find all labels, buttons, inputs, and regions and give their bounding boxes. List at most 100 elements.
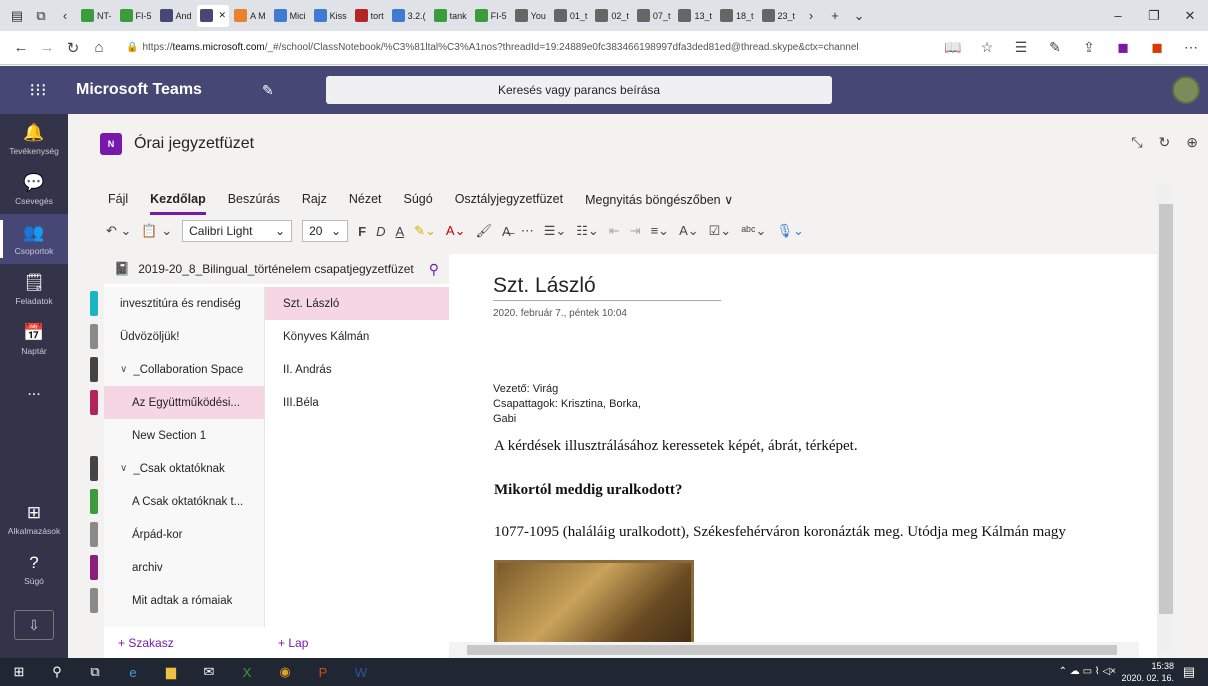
ribbon-tab[interactable]: Rajz: [302, 192, 327, 207]
ribbon-tab[interactable]: Kezdőlap: [150, 192, 206, 215]
tag-icon[interactable]: ☑⌄: [709, 223, 732, 239]
ribbon-tab[interactable]: Megnyitás böngészőben ∨: [585, 192, 733, 207]
browser-tab[interactable]: 01_t: [551, 5, 591, 27]
browser-tab[interactable]: 23_t: [759, 5, 799, 27]
powerpoint-icon[interactable]: P: [304, 658, 342, 686]
vertical-scroll-thumb[interactable]: [1159, 204, 1173, 614]
font-color-icon[interactable]: A⌄: [446, 223, 466, 239]
page-canvas[interactable]: Szt. László 2020. február 7., péntek 10:…: [449, 254, 1157, 658]
extension-icon[interactable]: ◼: [1106, 39, 1140, 56]
ribbon-tab[interactable]: Súgó: [404, 192, 433, 207]
bold-icon[interactable]: F: [358, 224, 366, 239]
format-painter-icon[interactable]: 🖌: [476, 223, 493, 239]
section-item[interactable]: A Csak oktatóknak t...: [90, 485, 264, 518]
browser-tab[interactable]: NT-: [78, 5, 115, 27]
browser-tab[interactable]: 07_t: [634, 5, 674, 27]
rail-item-3[interactable]: 🗒 Feladatok: [0, 264, 68, 314]
browser-tab[interactable]: FI-5: [472, 5, 510, 27]
scroll-tabs-left-icon[interactable]: ‹: [54, 5, 76, 27]
note-page-title[interactable]: Szt. László: [493, 274, 596, 298]
back-icon[interactable]: ←: [8, 39, 34, 56]
rail-item-2[interactable]: 👥 Csoportok: [0, 214, 68, 264]
spelling-icon[interactable]: ᵃᵇᶜ⌄: [741, 223, 766, 239]
rail-bottom-item-0[interactable]: ⊞ Alkalmazások: [0, 494, 68, 544]
app-launcher-icon[interactable]: ⁝⁝⁝: [0, 80, 76, 101]
section-group[interactable]: ∨ _Collaboration Space: [90, 353, 264, 386]
globe-icon[interactable]: ⊕: [1186, 134, 1198, 151]
more-formatting-icon[interactable]: ⋯: [521, 223, 534, 239]
section-item[interactable]: Árpád-kor: [90, 518, 264, 551]
avatar[interactable]: [1172, 76, 1200, 104]
search-input[interactable]: Keresés vagy parancs beírása: [326, 76, 832, 104]
set-aside-tabs-icon[interactable]: ⧉: [30, 5, 52, 27]
browser-tab[interactable]: You: [512, 5, 549, 27]
pen-notes-icon[interactable]: ✎: [1038, 39, 1072, 56]
section-item[interactable]: Az Együttműködési...: [90, 386, 264, 419]
page-item[interactable]: III.Béla: [265, 386, 449, 419]
browser-tab[interactable]: And: [157, 5, 195, 27]
browser-tab[interactable]: 3.2.(: [389, 5, 429, 27]
numbering-icon[interactable]: ☷⌄: [576, 223, 599, 239]
close-tab-icon[interactable]: ✕: [219, 10, 227, 21]
question-heading[interactable]: Mikortól meddig uralkodott?: [494, 482, 682, 499]
refresh-icon[interactable]: ↻: [60, 39, 86, 57]
mail-icon[interactable]: ✉: [190, 658, 228, 686]
highlight-icon[interactable]: ✎⌄: [414, 223, 436, 239]
team-info[interactable]: Vezető: Virág Csapattagok: Krisztina, Bo…: [493, 382, 641, 427]
browser-tab[interactable]: 02_t: [592, 5, 632, 27]
section-item[interactable]: Mit adtak a rómaiak: [90, 584, 264, 617]
browser-tab[interactable]: tank: [431, 5, 470, 27]
section-item[interactable]: archiv: [90, 551, 264, 584]
ribbon-tab[interactable]: Beszúrás: [228, 192, 280, 207]
chevron-down-icon[interactable]: ∨: [120, 364, 127, 375]
page-item[interactable]: II. András: [265, 353, 449, 386]
favorite-star-icon[interactable]: ☆: [970, 39, 1004, 56]
close-icon[interactable]: ✕: [1172, 8, 1208, 24]
undo-icon[interactable]: ↶ ⌄: [106, 223, 131, 239]
browser-tab[interactable]: FI-5: [117, 5, 155, 27]
dictate-icon[interactable]: 🎙⌄: [776, 223, 803, 239]
favorites-hub-icon[interactable]: ☰: [1004, 39, 1038, 56]
tab-preview-chevron-icon[interactable]: ⌄: [848, 5, 870, 27]
clock[interactable]: 15:38 2020. 02. 16.: [1121, 660, 1174, 684]
add-page-button[interactable]: + Lap: [278, 636, 308, 650]
font-size-select[interactable]: 20 ⌄: [302, 220, 349, 242]
edge-icon[interactable]: e: [114, 658, 152, 686]
page-item[interactable]: Szt. László: [265, 287, 449, 320]
reload-icon[interactable]: ↻: [1159, 134, 1171, 151]
instruction-paragraph[interactable]: A kérdések illusztrálásához keressetek k…: [494, 438, 858, 455]
rail-item-5[interactable]: ...: [0, 364, 68, 414]
browser-tab[interactable]: ✕: [196, 4, 230, 27]
page-item[interactable]: Könyves Kálmán: [265, 320, 449, 353]
excel-icon[interactable]: X: [228, 658, 266, 686]
word-icon[interactable]: W: [342, 658, 380, 686]
section-group[interactable]: ∨ _Csak oktatóknak: [90, 452, 264, 485]
browser-tab[interactable]: Kiss: [311, 5, 350, 27]
rail-item-0[interactable]: 🔔 Tevékenység: [0, 114, 68, 164]
ribbon-tab[interactable]: Fájl: [108, 192, 128, 207]
answer-paragraph[interactable]: 1077-1095 (haláláig uralkodott), Székesf…: [494, 524, 1066, 541]
bullets-icon[interactable]: ☰⌄: [544, 223, 567, 239]
align-icon[interactable]: ≡⌄: [651, 223, 669, 239]
reading-view-icon[interactable]: 📖: [936, 39, 970, 56]
scroll-tabs-right-icon[interactable]: ›: [800, 5, 822, 27]
notebook-name-bar[interactable]: 📓 2019-20_8_Bilingual_történelem csapatj…: [104, 254, 449, 284]
indent-icon[interactable]: ⇥: [630, 223, 641, 239]
rail-bottom-item-1[interactable]: ? Súgó: [0, 544, 68, 594]
section-item[interactable]: Üdvözöljük!: [90, 320, 264, 353]
vertical-scrollbar[interactable]: [1157, 184, 1175, 654]
task-view-icon[interactable]: ⧉: [76, 658, 114, 686]
search-taskbar-icon[interactable]: ⚲: [38, 658, 76, 686]
horizontal-scrollbar[interactable]: [449, 642, 1139, 658]
chevron-down-icon[interactable]: ∨: [120, 463, 127, 474]
collapse-icon[interactable]: ⤡: [1131, 134, 1142, 151]
url-field[interactable]: 🔒 https://teams.microsoft.com/_#/school/…: [126, 35, 936, 61]
browser-tab[interactable]: tort: [352, 5, 387, 27]
tab-actions-icon[interactable]: ▤: [6, 5, 28, 27]
italic-icon[interactable]: D: [376, 224, 385, 239]
office-icon[interactable]: ◼: [1140, 39, 1174, 56]
new-tab-icon[interactable]: +: [824, 5, 846, 27]
section-item[interactable]: New Section 1: [104, 419, 264, 452]
restore-icon[interactable]: ❐: [1136, 8, 1172, 24]
chrome-icon[interactable]: ◉: [266, 658, 304, 686]
